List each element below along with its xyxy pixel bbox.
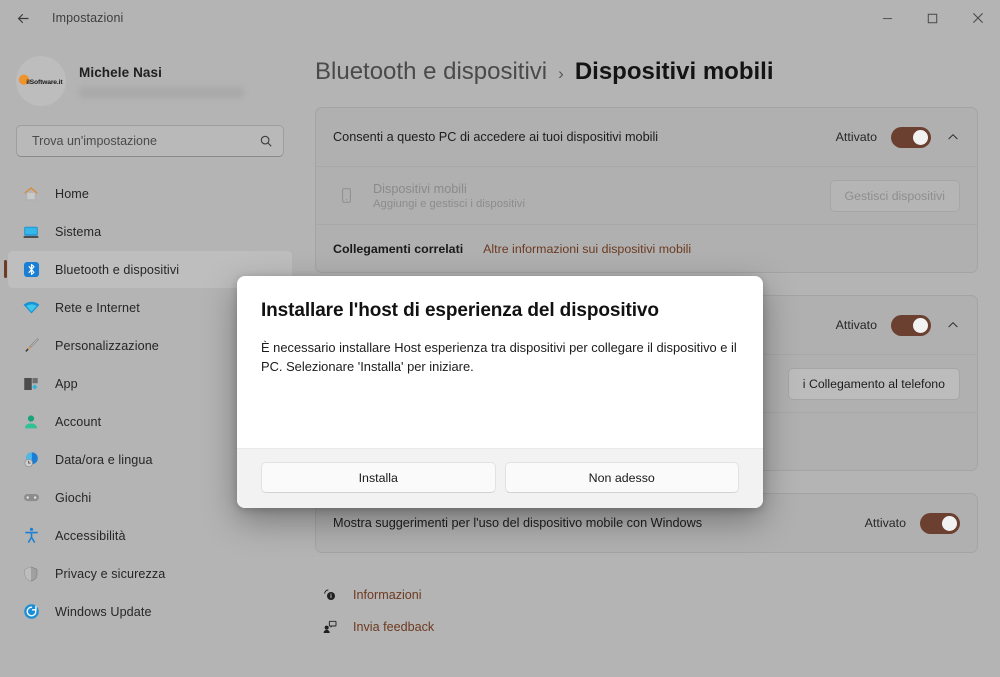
sidebar-item-label: Home [55,186,89,201]
sidebar-item-label: Sistema [55,224,102,239]
clock-globe-icon [20,449,42,471]
dialog-body: Installare l'host di esperienza del disp… [237,276,763,448]
toggle-knob [913,129,928,145]
toggle-state-label: Attivato [835,318,877,332]
gamepad-icon [20,487,42,509]
sidebar-item-label: Rete e Internet [55,300,140,315]
open-phone-link-button[interactable]: i Collegamento al telefono [787,367,960,400]
bluetooth-icon [20,259,42,281]
sidebar-item-label: Privacy e sicurezza [55,566,166,581]
page-title: Dispositivi mobili [574,58,774,85]
row-label-group: Dispositivi mobili Aggiungi e gestisci i… [373,182,830,210]
window-titlebar: Impostazioni [0,0,1000,36]
window-title: Impostazioni [52,11,124,25]
toggle-knob [942,515,957,531]
avatar[interactable]: ilSoftware.it [16,56,66,106]
chevron-up-icon[interactable] [946,318,960,332]
sidebar-item-label: Personalizzazione [55,338,159,353]
sidebar-item-sistema[interactable]: Sistema [8,213,292,250]
account-block[interactable]: ilSoftware.it Michele Nasi [0,36,300,108]
footer-links: Informazioni Invia feedback [315,579,1000,643]
maximize-button[interactable] [910,0,955,36]
account-email-masked [79,86,244,98]
toggle-state-label: Attivato [864,516,906,530]
apps-icon [20,373,42,395]
breadcrumb-parent[interactable]: Bluetooth e dispositivi [315,58,547,86]
shield-icon [20,563,42,585]
footer-link-informazioni[interactable]: Informazioni [315,579,1000,611]
search-box[interactable] [16,125,284,157]
row-title: Dispositivi mobili [373,181,467,196]
sidebar-item-accessibilita[interactable]: Accessibilità [8,517,292,554]
search-icon [259,134,273,148]
back-button[interactable] [8,3,38,33]
account-names: Michele Nasi [79,65,244,98]
sidebar-item-label: Bluetooth e dispositivi [55,262,180,277]
sidebar-item-label: App [55,376,78,391]
row-mobile-devices-manage[interactable]: Dispositivi mobili Aggiungi e gestisci i… [316,166,977,224]
sidebar-item-label: Giochi [55,490,92,505]
sidebar-item-label: Account [55,414,102,429]
install-button[interactable]: Installa [261,462,496,493]
wifi-icon [20,297,42,319]
accessibility-icon [20,525,42,547]
system-monitor-icon [20,221,42,243]
maximize-icon [927,13,938,23]
close-button[interactable] [955,0,1000,36]
sidebar-item-label: Data/ora e lingua [55,452,153,467]
toggle-state-label: Attivato [835,130,877,144]
sidebar-item-label: Windows Update [55,604,152,619]
sidebar-item-privacy-e-sicurezza[interactable]: Privacy e sicurezza [8,555,292,592]
sidebar-item-label: Accessibilità [55,528,126,543]
footer-link-invia-feedback[interactable]: Invia feedback [315,611,1000,643]
footer-link-label: Invia feedback [353,620,435,634]
install-device-experience-host-dialog: Installare l'host di esperienza del disp… [237,276,763,508]
sidebar-item-windows-update[interactable]: Windows Update [8,593,292,630]
dialog-title: Installare l'host di esperienza del disp… [261,300,659,321]
row-allow-pc-access[interactable]: Consenti a questo PC di accedere ai tuoi… [316,108,977,166]
avatar-brand-text: ilSoftware.it [26,76,63,86]
related-links-row: Collegamenti correlati Altre informazion… [316,224,977,272]
toggle-knob [913,317,928,333]
row-label: Mostra suggerimenti per l'uso del dispos… [333,516,703,530]
window-controls [865,0,1000,36]
not-now-button[interactable]: Non adesso [504,462,739,493]
related-links-title: Collegamenti correlati [333,241,464,256]
card-mobile-devices: Consenti a questo PC di accedere ai tuoi… [315,107,978,273]
chevron-up-icon[interactable] [946,130,960,144]
close-icon [972,13,983,23]
breadcrumb: Bluetooth e dispositivi › Dispositivi mo… [300,36,1000,86]
manage-devices-button[interactable]: Gestisci dispositivi [829,179,960,212]
related-link[interactable]: Altre informazioni sui dispositivi mobil… [483,242,691,256]
phone-icon [333,187,359,204]
dialog-message: È necessario installare Host esperienza … [261,340,737,374]
help-info-icon [315,587,345,603]
row-subtitle: Aggiungi e gestisci i dispositivi [373,197,525,210]
minimize-icon [882,17,893,19]
minimize-button[interactable] [865,0,910,36]
home-icon [20,183,42,205]
feedback-icon [315,619,345,635]
account-display-name: Michele Nasi [79,64,162,80]
toggle-phone-link[interactable] [891,314,931,336]
search-input[interactable] [30,133,259,149]
breadcrumb-separator-icon: › [558,64,564,83]
sidebar-item-home[interactable]: Home [8,175,292,212]
arrow-left-icon [17,13,28,23]
toggle-show-suggestions[interactable] [920,512,960,534]
dialog-footer: Installa Non adesso [237,448,763,508]
toggle-allow-pc-access[interactable] [891,126,931,148]
update-refresh-icon [20,601,42,623]
paintbrush-icon [20,335,42,357]
person-icon [20,411,42,433]
row-label: Consenti a questo PC di accedere ai tuoi… [333,130,659,144]
footer-link-label: Informazioni [353,588,422,602]
ilsoftware-logo-icon: ilSoftware.it [19,73,63,86]
